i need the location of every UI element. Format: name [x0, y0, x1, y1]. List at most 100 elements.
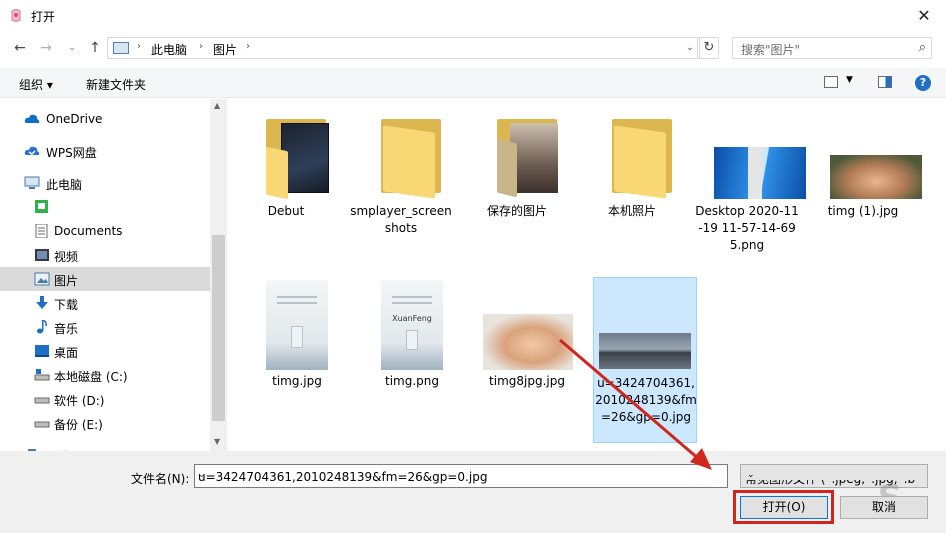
- nav-item-drive-d[interactable]: 软件 (D:): [0, 387, 210, 411]
- file-name: timg8jpg.jpg: [489, 374, 565, 388]
- chevron-down-icon[interactable]: ⌄: [198, 470, 725, 480]
- image-thumbnail: XuanFeng: [360, 274, 464, 370]
- title-bar: 打开 ✕: [0, 0, 946, 32]
- file-item-folder[interactable]: 保存的图片: [465, 111, 569, 231]
- file-name: Debut: [267, 204, 305, 218]
- folder-icon: [465, 111, 569, 207]
- nav-item-label: 此电脑: [46, 178, 83, 192]
- drive-icon: [34, 421, 50, 428]
- breadcrumb-chevron-icon[interactable]: ›: [246, 41, 250, 52]
- video-icon: [35, 249, 49, 261]
- organize-button[interactable]: 组织 ▾: [19, 76, 53, 93]
- nav-item-wps[interactable]: WPS网盘: [0, 139, 210, 163]
- cloud-icon: [24, 114, 40, 123]
- nav-item-pictures[interactable]: 图片: [0, 267, 210, 291]
- nav-item-label: 本地磁盘 (C:): [54, 370, 128, 384]
- drive-icon: [34, 397, 50, 404]
- breadcrumb-chevron-icon[interactable]: ›: [137, 41, 141, 52]
- scrollbar-thumb[interactable]: [212, 235, 225, 421]
- file-item-folder[interactable]: 本机照片: [580, 111, 684, 231]
- file-name: timg.png: [385, 374, 439, 388]
- refresh-icon[interactable]: ↻: [699, 37, 719, 59]
- file-item-image[interactable]: timg (1).jpg: [811, 111, 922, 231]
- download-icon: [36, 296, 48, 309]
- chevron-down-icon[interactable]: ▼: [846, 75, 853, 85]
- image-thumbnail: [245, 274, 349, 370]
- nav-item-videos[interactable]: 视频: [0, 243, 210, 267]
- scroll-down-icon[interactable]: ▼: [214, 437, 220, 446]
- search-box[interactable]: 搜索"图片" ⌕: [732, 37, 932, 59]
- nav-item-label: WPS网盘: [46, 146, 97, 160]
- file-list: Debut smplayer_screenshots 保存的图片 本机照片 De…: [227, 99, 946, 451]
- address-dropdown-icon[interactable]: ⌄: [682, 38, 698, 58]
- green-app-icon: [35, 200, 48, 213]
- forward-icon[interactable]: →: [36, 38, 56, 58]
- back-icon[interactable]: ←: [10, 38, 30, 58]
- nav-item-onedrive[interactable]: OneDrive: [0, 107, 210, 131]
- up-folder-icon[interactable]: ↑: [85, 38, 105, 58]
- file-item-folder[interactable]: smplayer_screenshots: [349, 111, 453, 251]
- close-icon[interactable]: ✕: [910, 4, 938, 28]
- nav-item-label: 桌面: [54, 346, 79, 360]
- drive-icon: [34, 369, 50, 381]
- file-item-image[interactable]: timg.jpg: [245, 274, 349, 394]
- file-name: u=3424704361,2010248139&fm=26&gp=0.jpg: [595, 376, 697, 424]
- view-options-icon[interactable]: [824, 76, 838, 88]
- breadcrumb-chevron-icon[interactable]: ›: [199, 41, 203, 52]
- nav-item-documents[interactable]: Documents: [0, 219, 210, 243]
- folder-icon: [349, 111, 453, 207]
- folder-icon: [580, 111, 684, 207]
- file-name: timg (1).jpg: [827, 204, 899, 218]
- computer-icon: [24, 176, 40, 189]
- open-button[interactable]: 打开(O): [740, 496, 828, 519]
- app-icon: [11, 9, 21, 22]
- nav-item-drive-c[interactable]: 本地磁盘 (C:): [0, 363, 210, 387]
- preview-pane-icon[interactable]: [878, 76, 892, 88]
- search-icon[interactable]: ⌕: [919, 40, 926, 55]
- nav-item-label: OneDrive: [46, 112, 103, 126]
- window-title: 打开: [31, 10, 56, 24]
- toolbar: 组织 ▾ 新建文件夹: [0, 68, 946, 98]
- nav-item-label: 音乐: [54, 322, 79, 336]
- documents-icon: [35, 224, 48, 238]
- nav-item-network[interactable]: 网络: [0, 443, 210, 451]
- search-input[interactable]: 搜索"图片": [741, 41, 800, 58]
- music-icon: [37, 320, 47, 334]
- nav-item-this-pc[interactable]: 此电脑: [0, 171, 210, 195]
- cancel-button[interactable]: 取消: [840, 496, 928, 519]
- file-item-image[interactable]: XuanFeng timg.png: [360, 274, 464, 394]
- filename-label: 文件名(N):: [131, 472, 190, 486]
- nav-item-drive-e[interactable]: 备份 (E:): [0, 411, 210, 435]
- nav-scrollbar[interactable]: ▲ ▼: [210, 99, 227, 451]
- nav-item-label: 下载: [54, 298, 79, 312]
- nav-item-green-app[interactable]: [0, 195, 210, 219]
- file-item-folder[interactable]: Debut: [234, 111, 338, 231]
- nav-item-label: Documents: [54, 224, 123, 238]
- nav-item-downloads[interactable]: 下载: [0, 291, 210, 315]
- nav-item-label: 备份 (E:): [54, 418, 103, 432]
- wps-cloud-icon: [24, 146, 40, 155]
- file-name: timg.jpg: [272, 374, 322, 388]
- nav-item-music[interactable]: 音乐: [0, 315, 210, 339]
- filename-field[interactable]: u=3424704361,2010248139&fm=26&gp=0.jpg ⌄: [194, 464, 728, 488]
- nav-item-label: 视频: [54, 250, 79, 264]
- help-icon[interactable]: ?: [915, 75, 931, 91]
- address-bar[interactable]: › 此电脑 › 图片 ›: [107, 37, 698, 59]
- recent-locations-icon[interactable]: ⌄: [62, 38, 82, 58]
- breadcrumb-item[interactable]: 此电脑: [151, 41, 187, 58]
- file-item-image[interactable]: timg8jpg.jpg: [475, 274, 579, 394]
- nav-item-desktop[interactable]: 桌面: [0, 339, 210, 363]
- scroll-up-icon[interactable]: ▲: [214, 101, 220, 110]
- image-thumbnail: [695, 111, 806, 207]
- breadcrumb-item[interactable]: 图片: [213, 41, 237, 58]
- new-folder-button[interactable]: 新建文件夹: [86, 76, 146, 93]
- file-name: 本机照片: [607, 204, 656, 218]
- file-name: 保存的图片: [486, 204, 547, 218]
- file-item-image[interactable]: Desktop 2020-11-19 11-57-14-695.png: [695, 111, 806, 271]
- folder-icon: [234, 111, 338, 207]
- file-name: Desktop 2020-11-19 11-57-14-695.png: [695, 204, 799, 252]
- file-name: smplayer_screenshots: [350, 204, 452, 235]
- nav-item-label: 软件 (D:): [54, 394, 105, 408]
- thumbnail-watermark-text: XuanFeng: [392, 314, 432, 323]
- file-item-image-selected[interactable]: u=3424704361,2010248139&fm=26&gp=0.jpg: [593, 277, 697, 443]
